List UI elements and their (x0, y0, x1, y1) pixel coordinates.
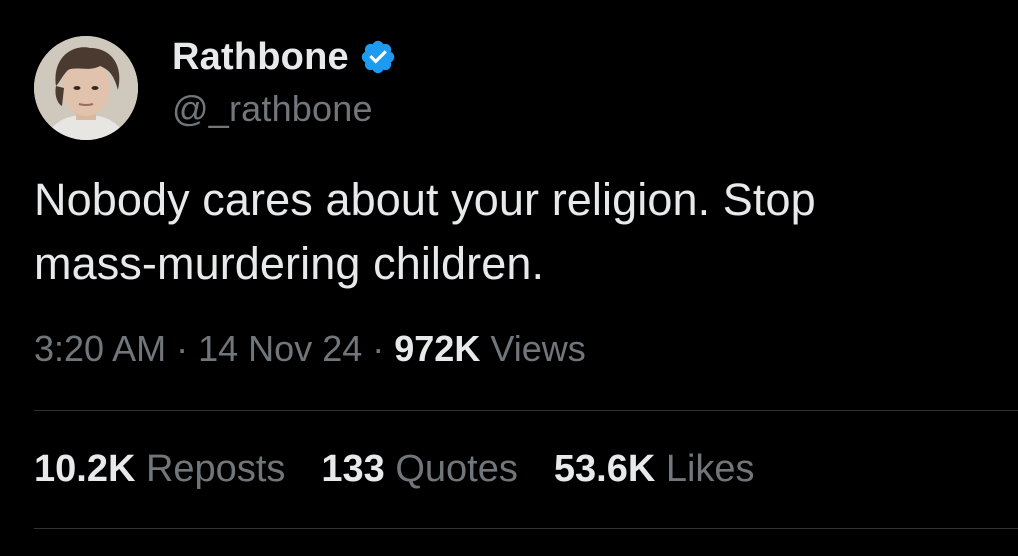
author-name-row: Rathbone (172, 34, 397, 80)
likes-label: Likes (665, 448, 755, 490)
reposts-stat[interactable]: 10.2K Reposts (34, 448, 285, 491)
user-handle[interactable]: @_rathbone (172, 88, 373, 130)
meta-separator: · (176, 328, 189, 369)
quotes-count: 133 (321, 448, 385, 490)
meta-separator: · (372, 328, 385, 369)
quotes-stat[interactable]: 133 Quotes (321, 448, 518, 491)
likes-count: 53.6K (553, 448, 656, 490)
post-time[interactable]: 3:20 AM (34, 328, 166, 369)
reposts-label: Reposts (145, 448, 286, 490)
avatar[interactable] (34, 36, 138, 140)
divider (34, 410, 1018, 411)
tweet-meta: 3:20 AM · 14 Nov 24 · 972K Views (34, 328, 586, 370)
avatar-photo (34, 36, 138, 140)
quotes-label: Quotes (395, 448, 518, 490)
verified-badge-icon[interactable] (359, 38, 397, 76)
post-date[interactable]: 14 Nov 24 (198, 328, 362, 369)
tweet-text: Nobody cares about your religion. Stop m… (34, 168, 1014, 296)
tweet-text-line: mass-murdering children. (34, 238, 545, 289)
tweet-card: Rathbone @_rathbone Nobody cares about y… (0, 0, 1018, 556)
likes-stat[interactable]: 53.6K Likes (554, 448, 755, 491)
reposts-count: 10.2K (34, 448, 136, 490)
views-label: Views (490, 328, 586, 369)
display-name[interactable]: Rathbone (172, 36, 349, 79)
engagement-stats: 10.2K Reposts 133 Quotes 53.6K Likes (34, 448, 791, 491)
tweet-text-line: Nobody cares about your religion. Stop (34, 174, 816, 225)
views-count: 972K (394, 328, 481, 369)
divider (34, 528, 1018, 529)
